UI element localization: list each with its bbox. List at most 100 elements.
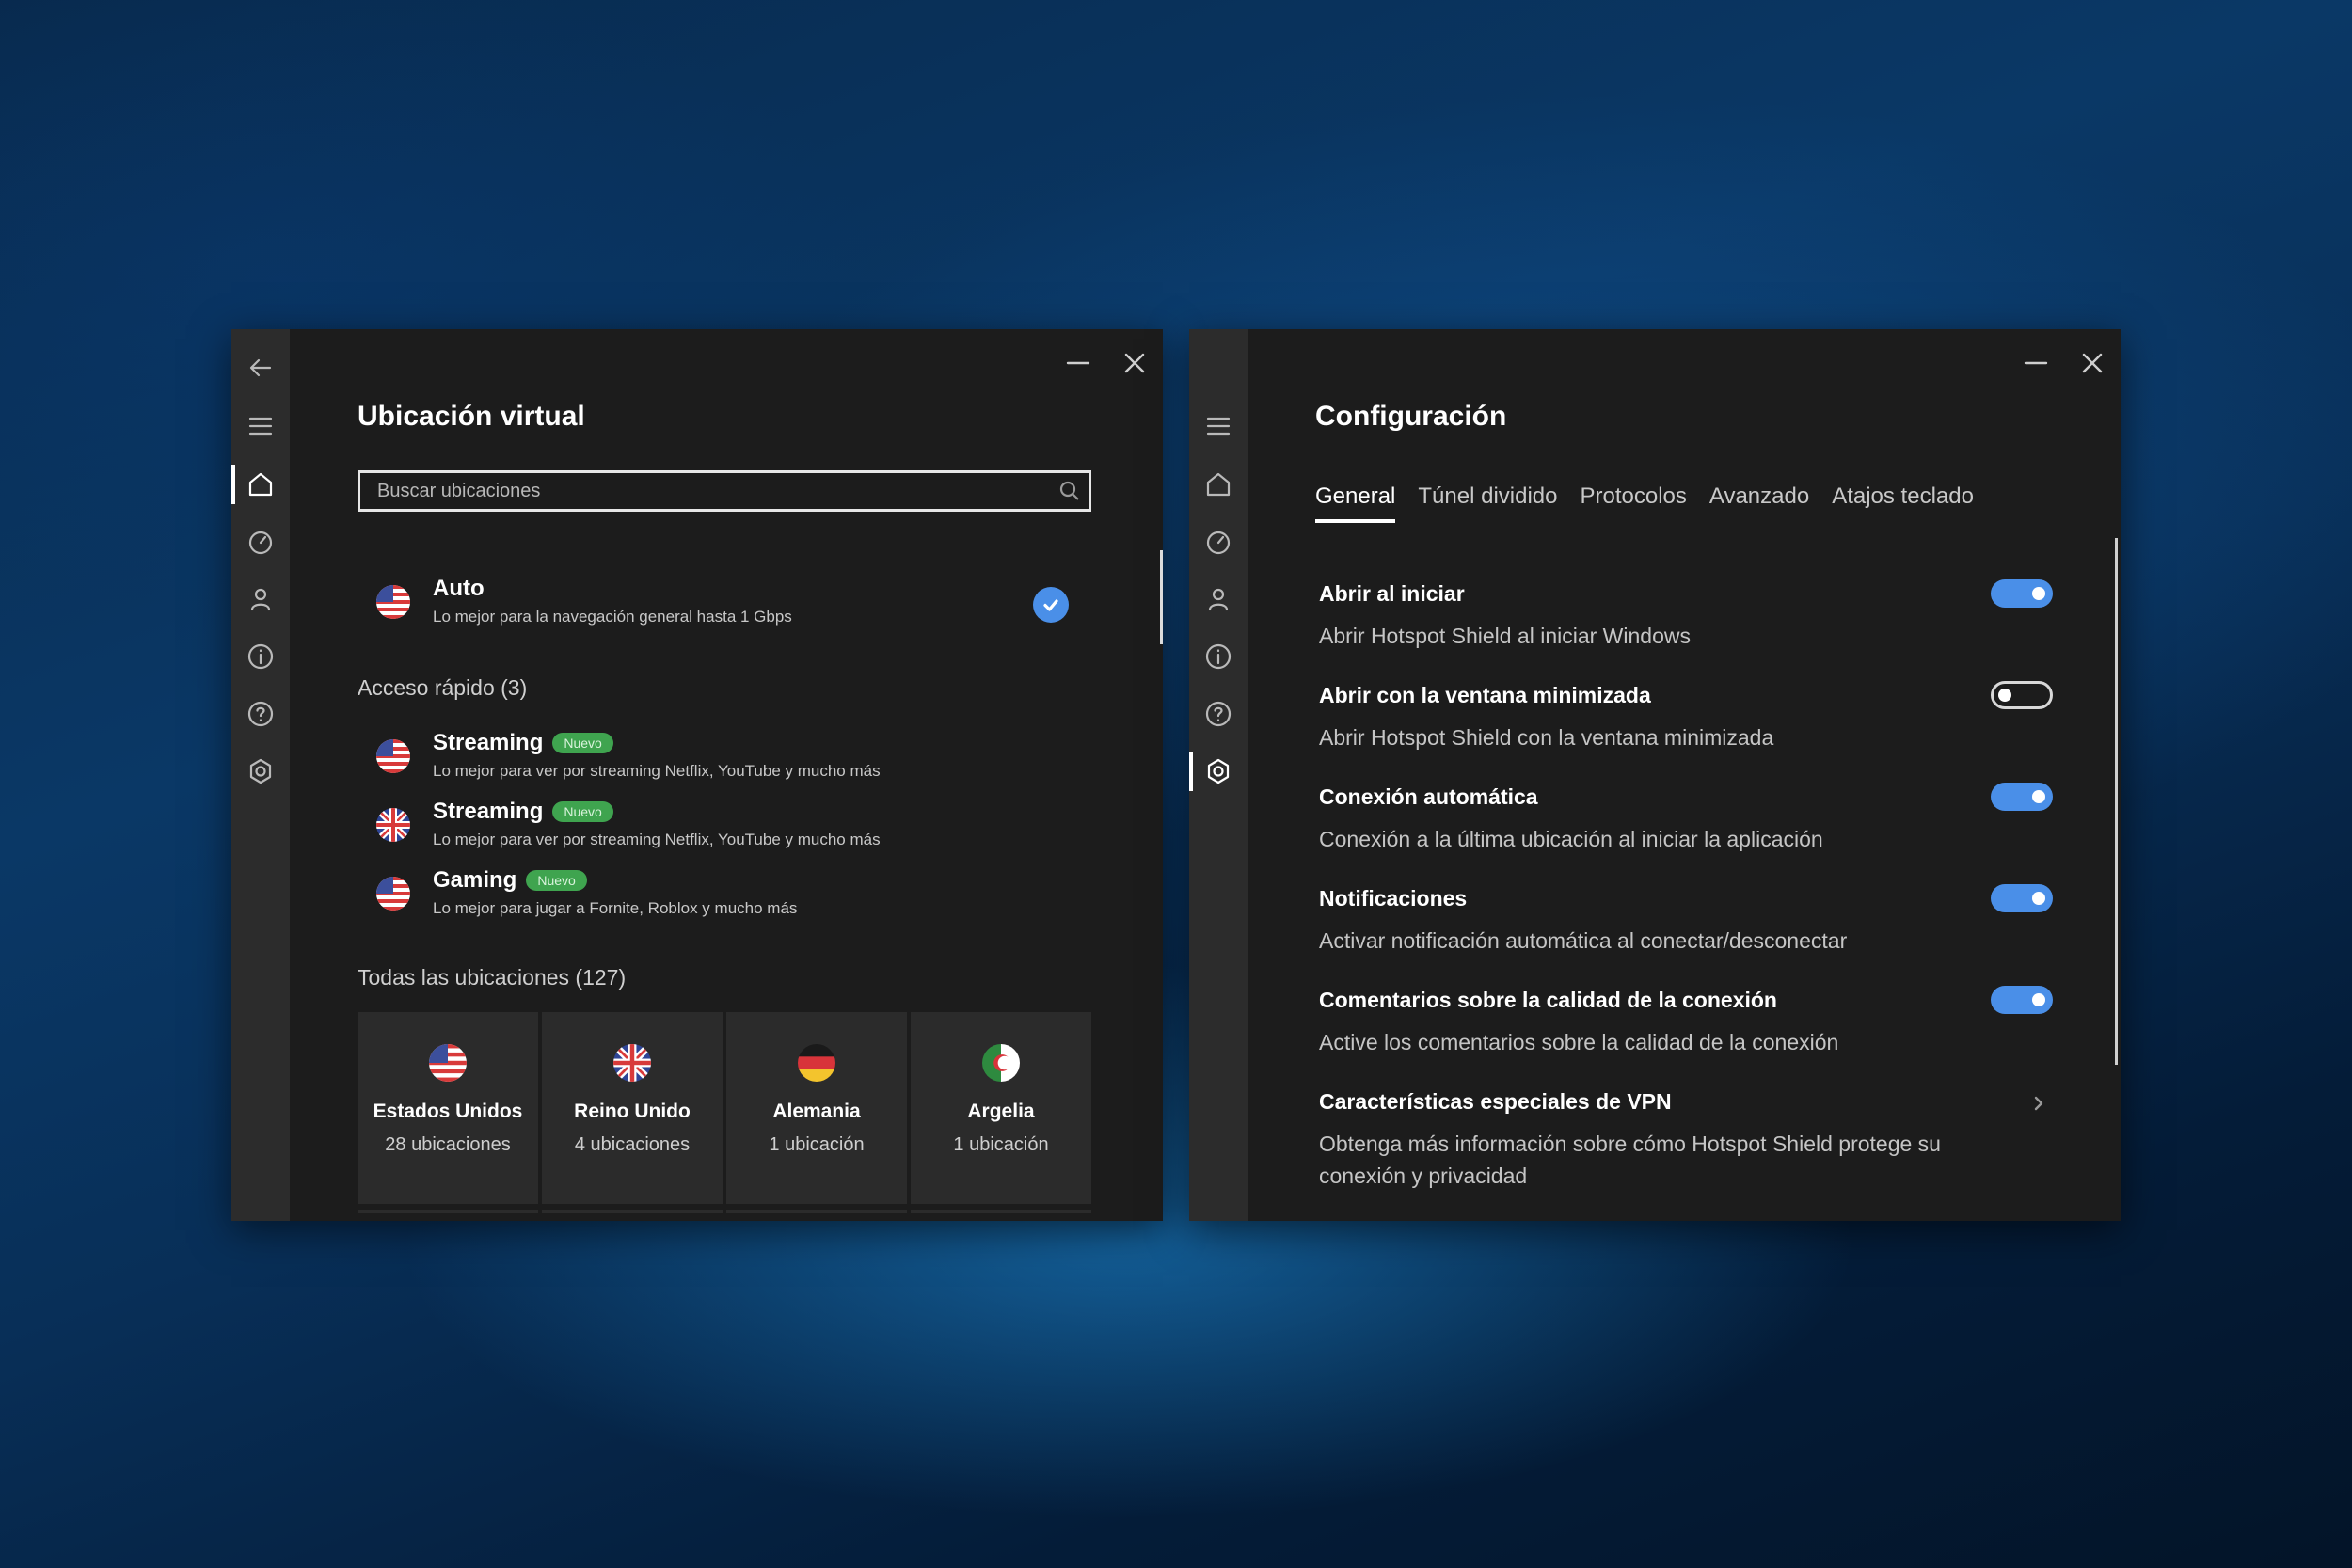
new-badge: Nuevo xyxy=(526,870,587,891)
nav-account[interactable] xyxy=(1189,576,1248,623)
minimize-icon xyxy=(1066,361,1090,365)
close-button[interactable] xyxy=(2072,342,2113,384)
menu-button[interactable] xyxy=(1189,403,1248,450)
location-name: Streaming xyxy=(433,730,544,755)
search-input[interactable] xyxy=(360,480,1051,502)
toggle-switch[interactable] xyxy=(1991,783,2053,811)
settings-gear-icon xyxy=(249,758,272,784)
toggle-switch[interactable] xyxy=(1991,579,2053,608)
setting-title: Abrir con la ventana minimizada xyxy=(1319,683,1651,707)
us-flag-icon xyxy=(429,1044,467,1082)
chevron-right-icon[interactable] xyxy=(2025,1089,2053,1117)
country-name: Argelia xyxy=(967,1101,1035,1122)
user-icon xyxy=(250,588,271,611)
close-button[interactable] xyxy=(1114,342,1155,384)
close-icon xyxy=(1124,353,1145,373)
nav-speed[interactable] xyxy=(1189,518,1248,565)
country-card[interactable]: Argelia 1 ubicación xyxy=(911,1012,1091,1213)
country-name: Estados Unidos xyxy=(373,1101,523,1122)
location-auto[interactable]: Auto Lo mejor para la navegación general… xyxy=(358,576,1091,626)
nav-home[interactable] xyxy=(1189,461,1248,508)
sidebar xyxy=(231,329,290,1221)
info-icon xyxy=(247,643,274,670)
location-desc: Lo mejor para jugar a Fornite, Roblox y … xyxy=(433,899,798,917)
country-card[interactable]: Reino Unido 4 ubicaciones xyxy=(542,1012,723,1213)
country-name: Alemania xyxy=(772,1101,861,1122)
toggle-switch[interactable] xyxy=(1991,986,2053,1014)
minimize-icon xyxy=(2024,361,2048,365)
tab-shortcuts[interactable]: Atajos teclado xyxy=(1832,483,1974,523)
location-desc: Lo mejor para la navegación general hast… xyxy=(433,608,792,626)
setting-title: Características especiales de VPN xyxy=(1319,1089,1672,1114)
home-icon xyxy=(1206,472,1231,497)
nav-home[interactable] xyxy=(231,461,290,508)
location-name: Streaming xyxy=(433,799,544,824)
country-name: Reino Unido xyxy=(574,1101,691,1122)
nav-help[interactable] xyxy=(231,690,290,737)
hamburger-icon xyxy=(1206,417,1231,436)
quick-access-heading: Acceso rápido (3) xyxy=(358,675,528,700)
menu-button[interactable] xyxy=(231,403,290,450)
setting-title: Conexión automática xyxy=(1319,784,1538,809)
uk-flag-icon xyxy=(613,1044,651,1082)
back-button[interactable] xyxy=(231,344,290,391)
new-badge: Nuevo xyxy=(552,801,613,822)
new-badge: Nuevo xyxy=(552,733,613,753)
country-card[interactable]: Estados Unidos 28 ubicaciones xyxy=(358,1012,538,1213)
search-icon[interactable] xyxy=(1051,472,1089,510)
minimize-button[interactable] xyxy=(1057,342,1099,384)
setting-desc: Abrir Hotspot Shield al iniciar Windows xyxy=(1319,624,1691,648)
settings-window: Configuración General Túnel dividido Pro… xyxy=(1189,329,2121,1221)
sidebar xyxy=(1189,329,1248,1221)
tab-split-tunnel[interactable]: Túnel dividido xyxy=(1418,483,1557,523)
country-card[interactable]: Alemania 1 ubicación xyxy=(726,1012,907,1213)
setting-desc: Active los comentarios sobre la calidad … xyxy=(1319,1030,1839,1054)
quick-access-item[interactable]: Streaming Nuevo Lo mejor para ver por str… xyxy=(358,730,1091,781)
setting-auto-connect: Conexión automática Conexión a la última… xyxy=(1319,783,2053,855)
nav-settings[interactable] xyxy=(231,748,290,795)
user-icon xyxy=(1208,588,1229,611)
home-icon xyxy=(248,472,273,497)
dz-flag-icon xyxy=(982,1044,1020,1082)
nav-speed[interactable] xyxy=(231,518,290,565)
setting-title: Abrir al iniciar xyxy=(1319,581,1465,606)
us-flag-icon xyxy=(376,739,410,773)
setting-open-at-start: Abrir al iniciar Abrir Hotspot Shield al… xyxy=(1319,579,2053,652)
speedometer-icon xyxy=(1206,531,1231,555)
nav-account[interactable] xyxy=(231,576,290,623)
help-icon xyxy=(247,701,274,727)
minimize-button[interactable] xyxy=(2015,342,2057,384)
location-name: Gaming xyxy=(433,867,517,893)
us-flag-icon xyxy=(376,585,410,619)
location-grid: Estados Unidos 28 ubicaciones Reino Unid… xyxy=(358,1012,1091,1213)
quick-access-item[interactable]: Streaming Nuevo Lo mejor para ver por str… xyxy=(358,799,1091,849)
scrollbar[interactable] xyxy=(1160,550,1163,644)
us-flag-icon xyxy=(376,877,410,911)
page-title: Configuración xyxy=(1315,401,1507,432)
tab-advanced[interactable]: Avanzado xyxy=(1709,483,1809,523)
country-count: 1 ubicación xyxy=(769,1134,865,1155)
settings-gear-icon xyxy=(1207,758,1230,784)
setting-desc: Abrir Hotspot Shield con la ventana mini… xyxy=(1319,725,1774,750)
setting-connection-feedback: Comentarios sobre la calidad de la conex… xyxy=(1319,986,2053,1058)
nav-settings[interactable] xyxy=(1189,748,1248,795)
nav-info[interactable] xyxy=(231,633,290,680)
setting-desc: Obtenga más información sobre cómo Hotsp… xyxy=(1319,1132,1941,1188)
search-box xyxy=(358,470,1091,512)
all-locations-heading: Todas las ubicaciones (127) xyxy=(358,965,627,990)
toggle-switch[interactable] xyxy=(1991,884,2053,912)
toggle-switch[interactable] xyxy=(1991,681,2053,709)
tab-protocols[interactable]: Protocolos xyxy=(1580,483,1686,523)
nav-help[interactable] xyxy=(1189,690,1248,737)
selected-check-icon xyxy=(1033,587,1069,623)
page-title: Ubicación virtual xyxy=(358,401,585,432)
speedometer-icon xyxy=(248,531,273,555)
country-count: 1 ubicación xyxy=(953,1134,1049,1155)
setting-desc: Activar notificación automática al conec… xyxy=(1319,928,1848,953)
tab-general[interactable]: General xyxy=(1315,483,1396,523)
nav-info[interactable] xyxy=(1189,633,1248,680)
quick-access-item[interactable]: Gaming Nuevo Lo mejor para jugar a Fornit… xyxy=(358,867,1091,918)
info-icon xyxy=(1205,643,1232,670)
setting-vpn-features[interactable]: Características especiales de VPN Obteng… xyxy=(1319,1089,2053,1192)
scrollbar[interactable] xyxy=(2115,538,2118,1065)
